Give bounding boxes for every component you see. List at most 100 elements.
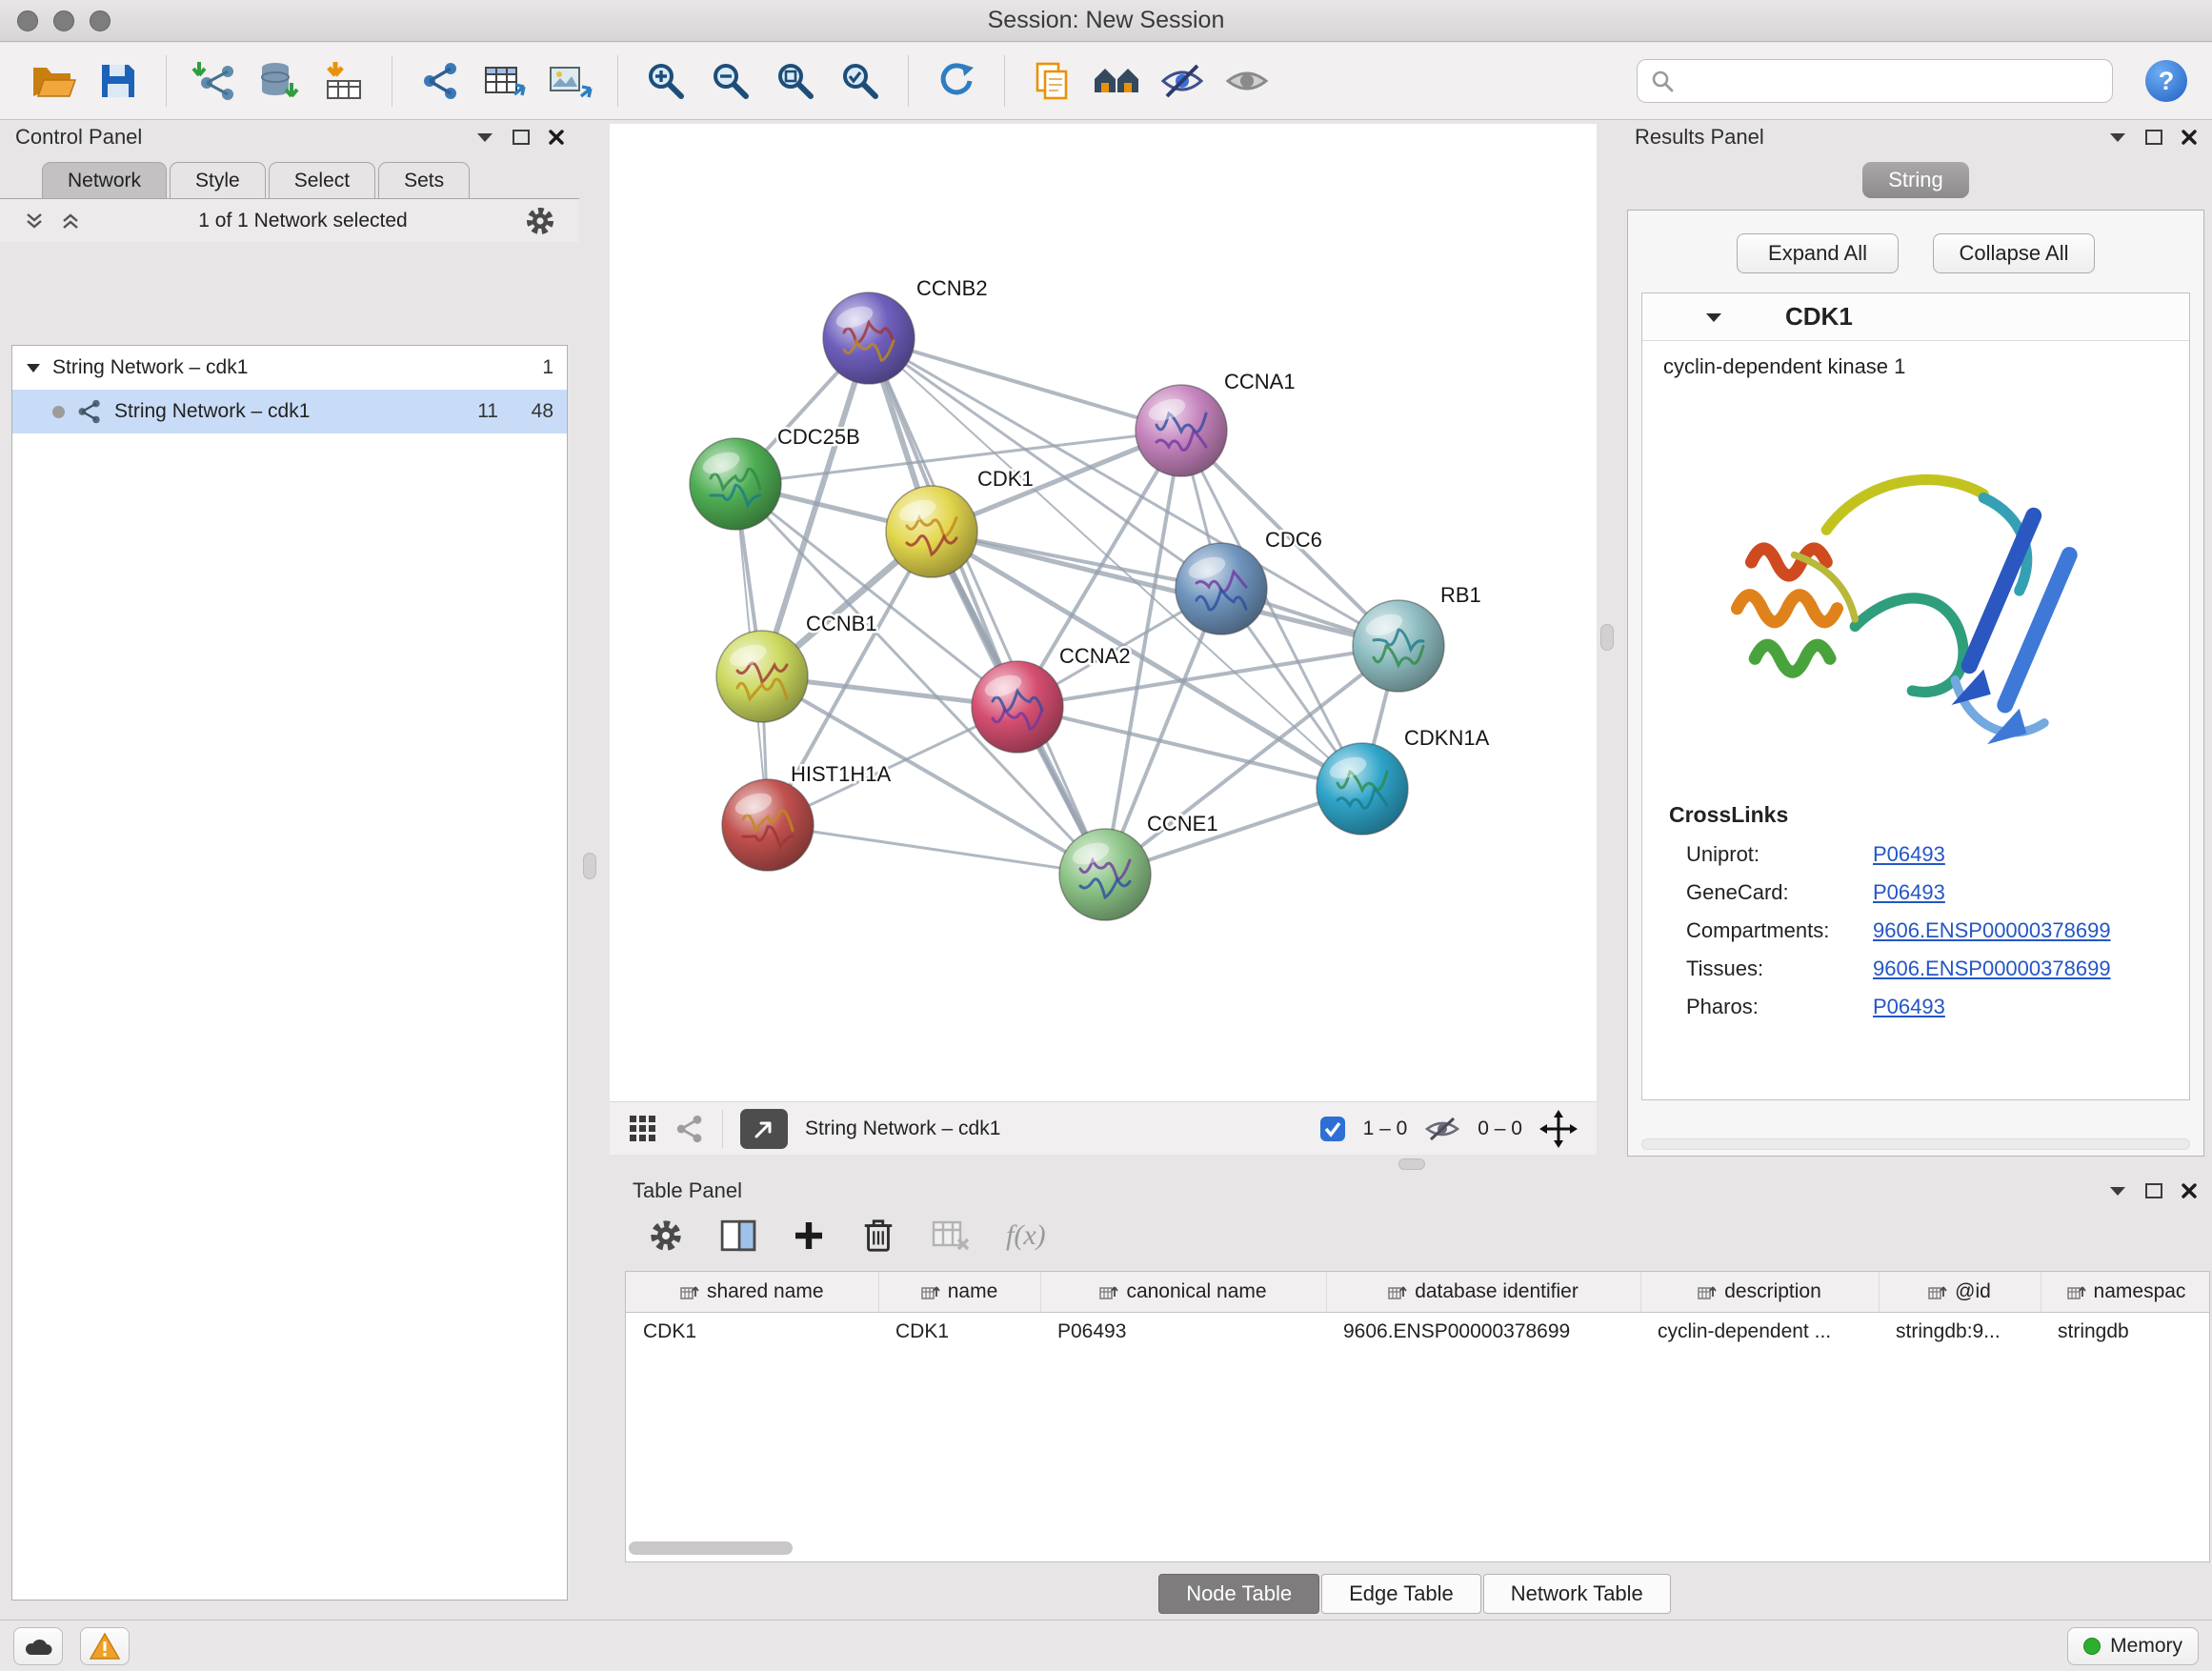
close-panel-icon[interactable]	[549, 130, 564, 145]
sort-icon	[1099, 1283, 1118, 1300]
results-horizontal-scrollbar[interactable]	[1641, 1138, 2190, 1150]
crosslink-link[interactable]: P06493	[1873, 842, 1945, 867]
network-view-canvas[interactable]: CCNB2CCNA1CDC25BCDK1CDC6RB1CCNB1CCNA2CDK…	[610, 124, 1597, 1101]
import-network-file-button[interactable]	[186, 52, 243, 110]
network-overview-icon[interactable]	[674, 1115, 705, 1143]
function-builder-button[interactable]: f(x)	[1006, 1219, 1046, 1252]
table-row[interactable]: CDK1 CDK1 P06493 9606.ENSP00000378699 cy…	[626, 1312, 2210, 1352]
table-settings-gear-icon[interactable]	[648, 1218, 684, 1254]
network-node-CDK1[interactable]	[886, 486, 977, 577]
tab-select[interactable]: Select	[269, 162, 375, 198]
string-home-button[interactable]	[1089, 52, 1146, 110]
network-node-CCNB2[interactable]	[823, 292, 915, 384]
network-edge-CCNB2-CCNA1[interactable]	[869, 338, 1181, 431]
import-network-database-button[interactable]	[251, 52, 308, 110]
network-edge-CCNB2-CCNE1[interactable]	[869, 338, 1105, 875]
network-node-CCNB1[interactable]	[716, 631, 808, 722]
refresh-view-button[interactable]	[928, 52, 985, 110]
horizontal-splitter-handle[interactable]	[1398, 1158, 1425, 1170]
duplicate-document-button[interactable]	[1024, 52, 1081, 110]
network-node-CDKN1A[interactable]	[1317, 743, 1408, 835]
float-panel-icon[interactable]	[2145, 130, 2162, 145]
network-node-CCNA1[interactable]	[1136, 385, 1227, 476]
import-table-file-button[interactable]	[315, 52, 372, 110]
zoom-in-button[interactable]	[637, 52, 694, 110]
network-from-selection-button[interactable]	[412, 52, 469, 110]
tab-style[interactable]: Style	[170, 162, 266, 198]
panel-menu-icon[interactable]	[476, 131, 493, 143]
column-header-canonical-name[interactable]: canonical name	[1040, 1272, 1326, 1312]
network-graph[interactable]: CCNB2CCNA1CDC25BCDK1CDC6RB1CCNB1CCNA2CDK…	[610, 124, 1597, 1101]
search-input[interactable]	[1683, 70, 2099, 92]
expand-all-button[interactable]: Expand All	[1737, 233, 1899, 273]
crosslink-link[interactable]: P06493	[1873, 880, 1945, 905]
network-edge-CCNA2-CDKN1A[interactable]	[1017, 707, 1362, 789]
tab-node-table[interactable]: Node Table	[1158, 1574, 1319, 1614]
hidden-eye-slash-icon[interactable]	[1424, 1116, 1460, 1142]
network-node-CDC6[interactable]	[1176, 543, 1267, 634]
memory-button[interactable]: Memory	[2067, 1627, 2199, 1665]
collapse-all-icon[interactable]	[23, 211, 46, 231]
export-image-button[interactable]	[541, 52, 598, 110]
houses-icon	[1093, 60, 1142, 102]
column-header-shared-name[interactable]: shared name	[626, 1272, 878, 1312]
zoom-fit-button[interactable]	[767, 52, 824, 110]
network-node-HIST1H1A[interactable]	[722, 779, 814, 871]
network-node-CCNE1[interactable]	[1059, 829, 1151, 920]
close-panel-icon[interactable]	[2182, 1183, 2197, 1198]
zoom-window-button[interactable]	[90, 10, 111, 31]
network-node-CCNA2[interactable]	[972, 661, 1063, 753]
collapse-all-button[interactable]: Collapse All	[1933, 233, 2095, 273]
panel-menu-icon[interactable]	[2109, 1185, 2126, 1197]
crosslink-link[interactable]: 9606.ENSP00000378699	[1873, 956, 2111, 981]
float-panel-icon[interactable]	[513, 130, 530, 145]
column-header-database-identifier[interactable]: database identifier	[1326, 1272, 1640, 1312]
open-in-window-button[interactable]	[740, 1109, 788, 1149]
network-edge-HIST1H1A-CCNE1[interactable]	[768, 825, 1105, 875]
vertical-splitter-handle[interactable]	[583, 853, 596, 879]
open-session-button[interactable]	[25, 52, 82, 110]
add-row-plus-icon[interactable]	[793, 1219, 825, 1252]
network-row[interactable]: String Network – cdk1 11 48	[12, 390, 567, 433]
tree-expand-icon[interactable]	[26, 363, 41, 373]
column-header-namespace[interactable]: namespac	[2041, 1272, 2210, 1312]
zoom-out-button[interactable]	[702, 52, 759, 110]
column-header-description[interactable]: description	[1640, 1272, 1879, 1312]
crosslink-link[interactable]: 9606.ENSP00000378699	[1873, 918, 2111, 943]
birds-eye-grid-icon[interactable]	[629, 1115, 657, 1143]
select-columns-icon[interactable]	[720, 1218, 756, 1253]
panel-menu-icon[interactable]	[2109, 131, 2126, 143]
pan-crosshair-icon[interactable]	[1539, 1110, 1578, 1148]
float-panel-icon[interactable]	[2145, 1183, 2162, 1198]
close-window-button[interactable]	[17, 10, 38, 31]
column-header-id[interactable]: @id	[1879, 1272, 2041, 1312]
cloud-sync-button[interactable]	[13, 1627, 63, 1665]
column-header-name[interactable]: name	[878, 1272, 1040, 1312]
save-session-button[interactable]	[90, 52, 147, 110]
zoom-selected-button[interactable]	[832, 52, 889, 110]
new-table-button[interactable]	[476, 52, 533, 110]
tab-edge-table[interactable]: Edge Table	[1321, 1574, 1481, 1614]
help-button[interactable]: ?	[2145, 60, 2187, 102]
network-node-RB1[interactable]	[1353, 600, 1444, 692]
tab-sets[interactable]: Sets	[378, 162, 470, 198]
show-eye-button[interactable]	[1218, 52, 1276, 110]
vertical-splitter-handle[interactable]	[1600, 624, 1614, 651]
tab-string[interactable]: String	[1862, 162, 1969, 198]
network-collection-row[interactable]: String Network – cdk1 1	[12, 346, 567, 390]
close-panel-icon[interactable]	[2182, 130, 2197, 145]
expand-all-icon[interactable]	[59, 211, 82, 231]
crosslink-link[interactable]: P06493	[1873, 995, 1945, 1019]
collapse-entry-icon[interactable]	[1705, 312, 1722, 323]
gear-icon[interactable]	[524, 205, 556, 237]
selected-checkbox-icon[interactable]	[1319, 1116, 1346, 1142]
warnings-button[interactable]	[80, 1627, 130, 1665]
minimize-window-button[interactable]	[53, 10, 74, 31]
tab-network-table[interactable]: Network Table	[1483, 1574, 1671, 1614]
hide-glasses-button[interactable]	[1154, 52, 1211, 110]
network-node-CDC25B[interactable]	[690, 438, 781, 530]
tab-network[interactable]: Network	[42, 162, 167, 198]
node-details-header[interactable]: CDK1	[1642, 293, 2189, 341]
delete-trash-icon[interactable]	[861, 1218, 895, 1254]
table-horizontal-scrollbar[interactable]	[629, 1541, 793, 1555]
